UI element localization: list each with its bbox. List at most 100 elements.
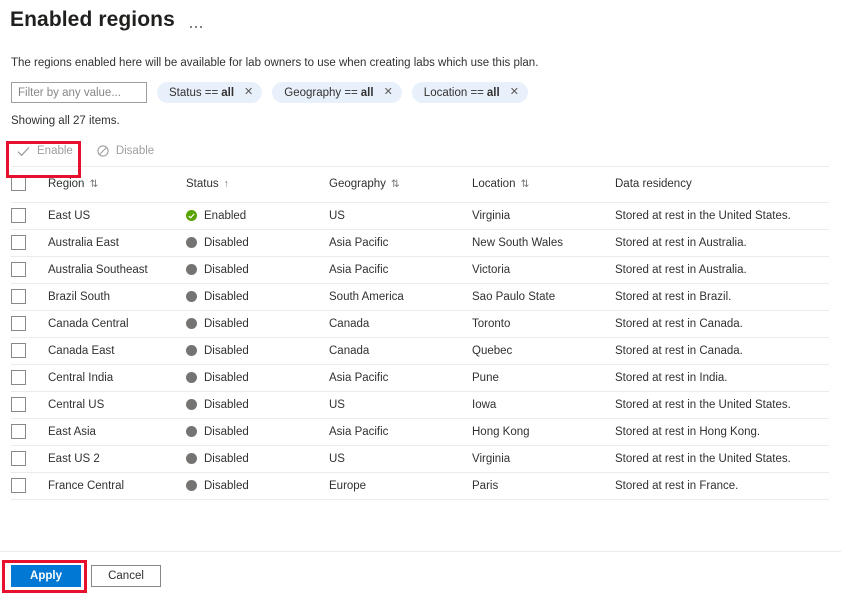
filter-pill-geography[interactable]: Geography == all ✕ — [272, 82, 402, 103]
cell-geography: Asia Pacific — [329, 229, 472, 256]
cell-region: Australia East — [48, 229, 186, 256]
select-all-header — [11, 176, 48, 202]
row-select-cell — [11, 391, 48, 418]
status-label: Disabled — [204, 453, 249, 465]
row-checkbox[interactable] — [11, 235, 26, 250]
table-row[interactable]: Brazil SouthDisabledSouth AmericaSao Pau… — [11, 283, 829, 310]
disable-button[interactable]: Disable — [91, 136, 162, 166]
filter-pill-status-field: Status == — [169, 87, 218, 99]
sort-icon: ⇅ — [391, 178, 400, 190]
status-label: Enabled — [204, 210, 246, 222]
cell-data-residency: Stored at rest in the United States. — [615, 391, 829, 418]
regions-table: Region⇅ Status↑ Geography ⇅ Location ⇅ Dat… — [11, 176, 829, 500]
column-header-status[interactable]: Status↑ — [186, 176, 329, 202]
status-disabled-icon — [186, 480, 197, 491]
cell-region: Canada East — [48, 337, 186, 364]
status-label: Disabled — [204, 426, 249, 438]
table-header: Region⇅ Status↑ Geography ⇅ Location ⇅ Dat… — [11, 176, 829, 202]
sort-icon: ⇅ — [89, 178, 98, 190]
status-disabled-icon — [186, 264, 197, 275]
column-header-data-residency[interactable]: Data residency — [615, 176, 829, 202]
close-icon[interactable]: ✕ — [244, 87, 253, 98]
status-disabled-icon — [186, 318, 197, 329]
row-select-cell — [11, 337, 48, 364]
cell-geography: Canada — [329, 337, 472, 364]
row-checkbox[interactable] — [11, 208, 26, 223]
filter-pill-geography-field: Geography == — [284, 87, 358, 99]
table-row[interactable]: France CentralDisabledEuropeParisStored … — [11, 472, 829, 499]
cell-geography: Canada — [329, 310, 472, 337]
cell-data-residency: Stored at rest in India. — [615, 364, 829, 391]
column-header-geography[interactable]: Geography ⇅ — [329, 176, 472, 202]
cell-location: Iowa — [472, 391, 615, 418]
filter-pill-location[interactable]: Location == all ✕ — [412, 82, 528, 103]
cancel-button[interactable]: Cancel — [91, 565, 161, 587]
row-checkbox[interactable] — [11, 424, 26, 439]
more-options-icon[interactable] — [189, 7, 204, 33]
row-checkbox[interactable] — [11, 343, 26, 358]
row-checkbox[interactable] — [11, 370, 26, 385]
close-icon[interactable]: ✕ — [384, 87, 393, 98]
table-row[interactable]: Australia EastDisabledAsia PacificNew So… — [11, 229, 829, 256]
table-row[interactable]: Canada CentralDisabledCanadaTorontoStore… — [11, 310, 829, 337]
cell-region: Central India — [48, 364, 186, 391]
status-disabled-icon — [186, 372, 197, 383]
cell-data-residency: Stored at rest in Australia. — [615, 256, 829, 283]
cell-status: Disabled — [186, 418, 329, 445]
row-select-cell — [11, 283, 48, 310]
cell-geography: South America — [329, 283, 472, 310]
row-select-cell — [11, 310, 48, 337]
cell-geography: US — [329, 445, 472, 472]
row-checkbox[interactable] — [11, 289, 26, 304]
table-row[interactable]: Central USDisabledUSIowaStored at rest i… — [11, 391, 829, 418]
status-label: Disabled — [204, 345, 249, 357]
status-label: Disabled — [204, 264, 249, 276]
enable-button[interactable]: Enable — [11, 136, 81, 166]
cell-status: Disabled — [186, 337, 329, 364]
checkmark-icon — [17, 146, 30, 157]
status-label: Disabled — [204, 291, 249, 303]
table-row[interactable]: Canada EastDisabledCanadaQuebecStored at… — [11, 337, 829, 364]
table-row[interactable]: East US 2DisabledUSVirginiaStored at res… — [11, 445, 829, 472]
cell-location: Victoria — [472, 256, 615, 283]
row-checkbox[interactable] — [11, 397, 26, 412]
cell-region: France Central — [48, 472, 186, 499]
column-header-region[interactable]: Region⇅ — [48, 176, 186, 202]
status-disabled-icon — [186, 426, 197, 437]
cell-location: Virginia — [472, 445, 615, 472]
disable-button-label: Disable — [116, 145, 154, 157]
status-label: Disabled — [204, 237, 249, 249]
page-title: Enabled regions — [10, 6, 175, 34]
cell-status: Disabled — [186, 283, 329, 310]
filter-pill-location-field: Location == — [424, 87, 484, 99]
cell-data-residency: Stored at rest in France. — [615, 472, 829, 499]
apply-button[interactable]: Apply — [11, 565, 81, 587]
row-checkbox[interactable] — [11, 316, 26, 331]
table-row[interactable]: East USEnabledUSVirginiaStored at rest i… — [11, 202, 829, 229]
results-count: Showing all 27 items. — [0, 103, 841, 127]
row-checkbox[interactable] — [11, 262, 26, 277]
row-checkbox[interactable] — [11, 451, 26, 466]
cell-geography: US — [329, 202, 472, 229]
column-header-location-label: Location — [472, 178, 515, 190]
column-header-status-label: Status — [186, 178, 219, 190]
sort-icon: ⇅ — [520, 178, 529, 190]
table-body: East USEnabledUSVirginiaStored at rest i… — [11, 202, 829, 499]
enable-button-label: Enable — [37, 145, 73, 157]
select-all-checkbox[interactable] — [11, 176, 26, 191]
table-row[interactable]: East AsiaDisabledAsia PacificHong KongSt… — [11, 418, 829, 445]
filter-input[interactable] — [11, 82, 147, 103]
status-label: Disabled — [204, 399, 249, 411]
cell-location: Paris — [472, 472, 615, 499]
row-checkbox[interactable] — [11, 478, 26, 493]
column-header-location[interactable]: Location ⇅ — [472, 176, 615, 202]
cell-location: Virginia — [472, 202, 615, 229]
filter-pill-status[interactable]: Status == all ✕ — [157, 82, 262, 103]
cell-data-residency: Stored at rest in Canada. — [615, 337, 829, 364]
column-header-geography-label: Geography — [329, 178, 386, 190]
close-icon[interactable]: ✕ — [510, 87, 519, 98]
table-row[interactable]: Australia SoutheastDisabledAsia PacificV… — [11, 256, 829, 283]
table-row[interactable]: Central IndiaDisabledAsia PacificPuneSto… — [11, 364, 829, 391]
cell-status: Disabled — [186, 229, 329, 256]
cell-status: Disabled — [186, 391, 329, 418]
